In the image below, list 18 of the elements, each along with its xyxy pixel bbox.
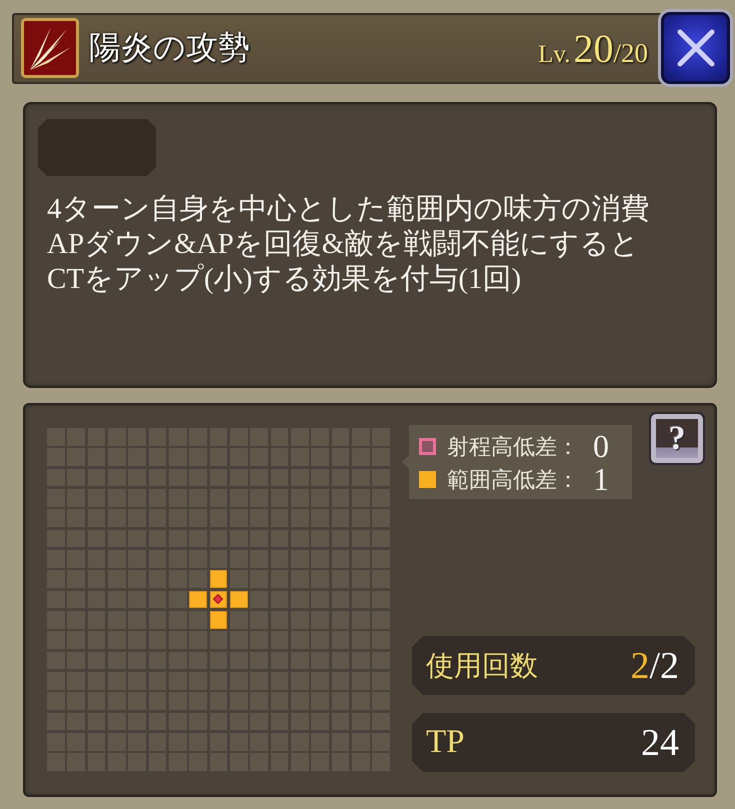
skill-description: 4ターン自身を中心とした範囲内の味方の消費 APダウン&APを回復&敵を戦闘不能にすると CTをアップ(小)する効果を付与(1回) xyxy=(47,192,650,297)
skill-title: 陽炎の攻勢 xyxy=(89,28,250,67)
usage-count: 2/2 xyxy=(630,644,679,688)
area-tile xyxy=(230,590,248,608)
tp-value: 24 xyxy=(641,720,679,764)
legend-label: 範囲高低差： xyxy=(447,466,579,494)
tp-label: TP xyxy=(426,724,465,761)
legend-label: 射程高低差： xyxy=(447,432,579,460)
spike-burst-icon xyxy=(21,18,79,78)
close-button[interactable] xyxy=(658,9,733,87)
area-tile xyxy=(189,590,207,608)
skill-level: Lv.20/20 xyxy=(538,24,648,72)
usage-label: 使用回数 xyxy=(426,650,538,684)
help-button[interactable]: ? xyxy=(649,412,705,465)
area-tile xyxy=(210,570,228,588)
close-icon xyxy=(676,28,716,68)
area-tile xyxy=(210,611,228,629)
diamond-marker-icon xyxy=(213,594,224,604)
